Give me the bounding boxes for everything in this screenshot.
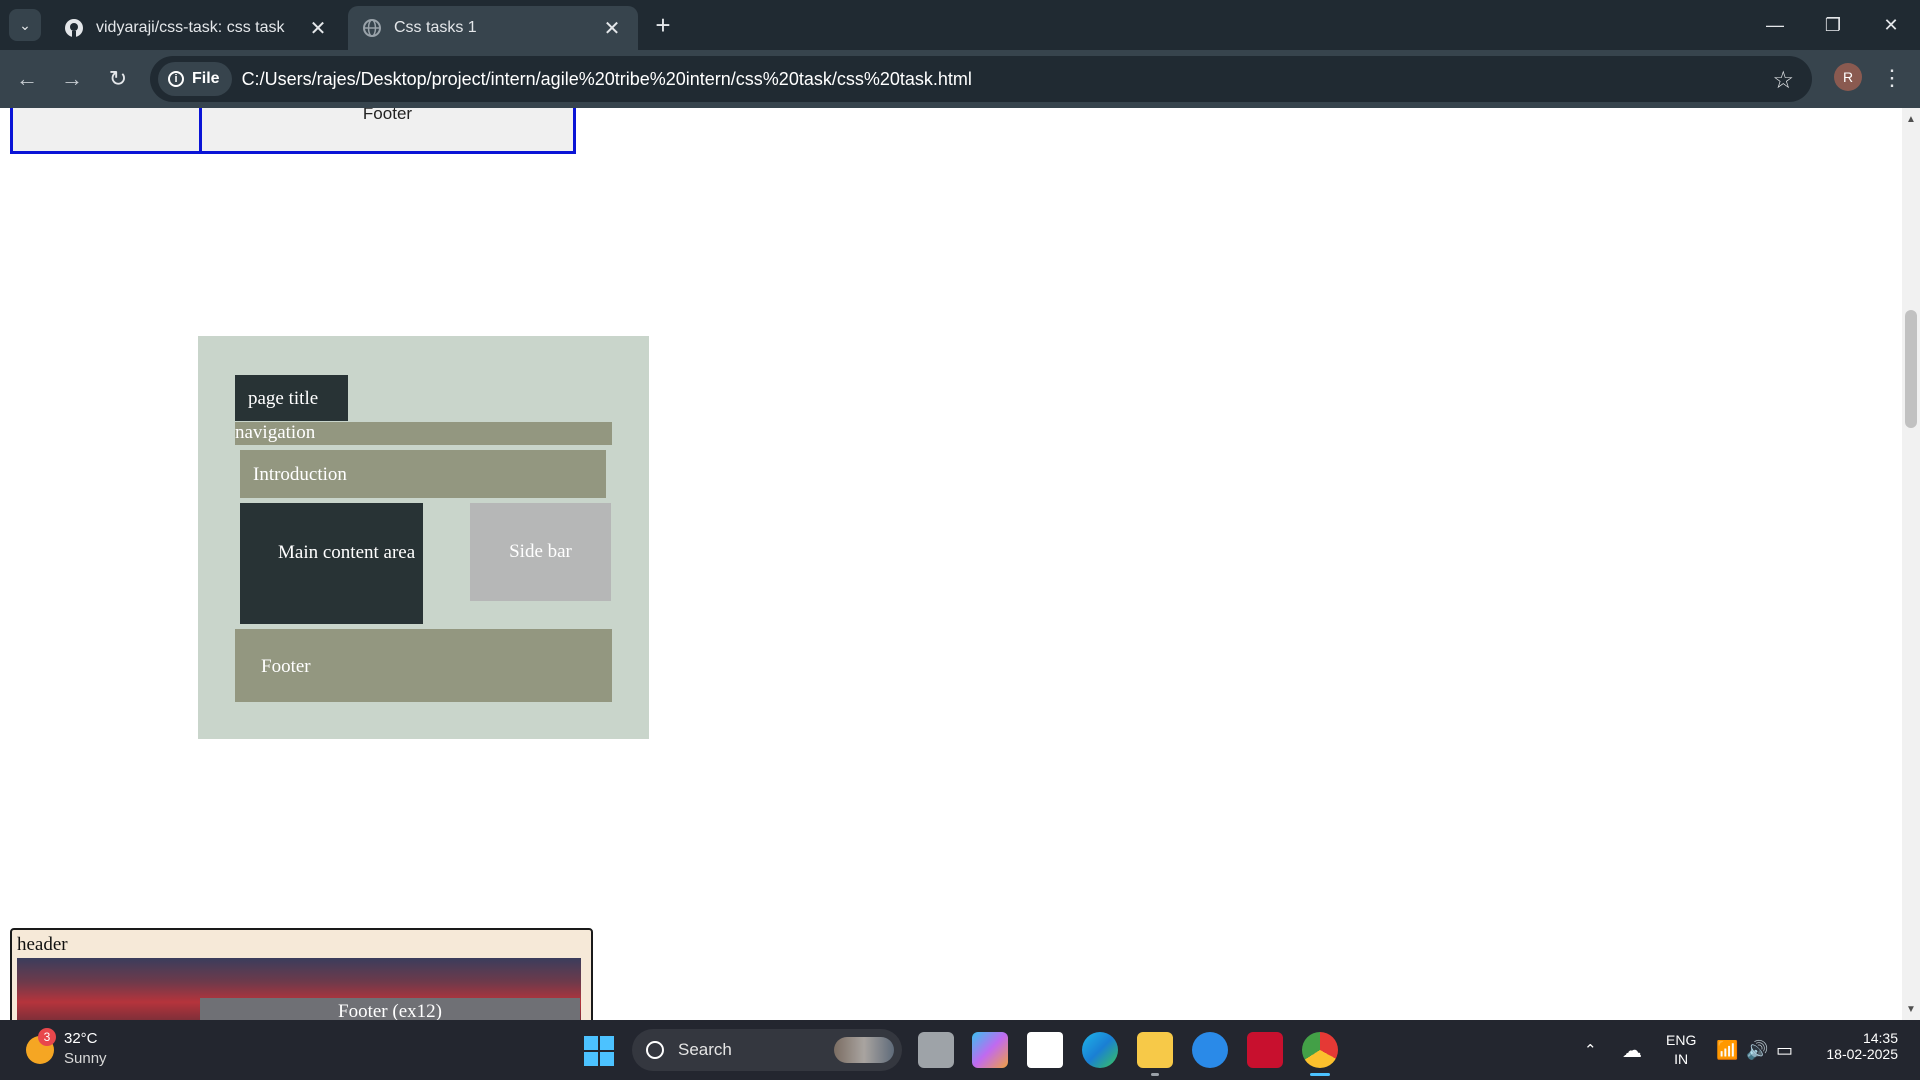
forward-arrow-icon[interactable]: → [56, 63, 88, 95]
wifi-icon[interactable]: 📶 [1716, 1020, 1738, 1080]
volume-icon[interactable]: 🔊 [1746, 1020, 1768, 1080]
grid-main-content: Main content area [240, 503, 423, 624]
mcafee-icon[interactable] [1247, 1032, 1283, 1068]
active-indicator [1310, 1073, 1330, 1076]
search-icon [646, 1041, 664, 1059]
region-code: IN [1674, 1051, 1689, 1067]
file-explorer-icon[interactable] [1137, 1032, 1173, 1068]
task-view-icon[interactable] [918, 1032, 954, 1068]
grid-navigation: navigation [235, 422, 612, 445]
edge-icon[interactable] [1082, 1032, 1118, 1068]
onedrive-cloud-icon[interactable]: ☁ [1622, 1020, 1642, 1080]
close-icon[interactable]: ✕ [600, 16, 624, 41]
github-icon [64, 18, 84, 38]
back-arrow-icon[interactable]: ← [11, 63, 43, 95]
browser-toolbar: ← → ↻ i File C:/Users/rajes/Desktop/proj… [0, 50, 1920, 108]
grid-footer: Footer [235, 629, 612, 702]
language-indicator[interactable]: ENG IN [1666, 1020, 1696, 1080]
taskbar-search-box[interactable]: Search [632, 1029, 902, 1071]
page-viewport: Footer page title navigation Introductio… [0, 108, 1902, 1020]
profile-avatar[interactable]: R [1834, 63, 1862, 91]
weather-description[interactable]: Sunny [64, 1050, 107, 1067]
restore-icon[interactable]: ❐ [1810, 8, 1856, 42]
clock-time: 14:35 [1862, 1030, 1898, 1046]
grid-page-title: page title [235, 375, 348, 421]
grid-sidebar: Side bar [470, 503, 611, 601]
battery-icon[interactable]: ▭ [1776, 1020, 1793, 1080]
tab-css-tasks[interactable]: Css tasks 1 ✕ [348, 6, 638, 50]
clock-date: 18-02-2025 [1826, 1046, 1898, 1062]
language-code: ENG [1666, 1032, 1697, 1048]
site-info-chip[interactable]: i File [158, 62, 232, 96]
scroll-thumb[interactable] [1905, 310, 1917, 428]
minimize-icon[interactable]: — [1752, 8, 1798, 42]
tab-title: Css tasks 1 [394, 19, 477, 36]
windows-taskbar: 3 32°C Sunny Search ⌃ ☁ ENG IN 📶 🔊 ▭ 14:… [0, 1020, 1920, 1080]
tab-search-button[interactable]: ⌄ [9, 9, 41, 41]
vertical-scrollbar[interactable]: ▲ ▼ [1902, 108, 1920, 1020]
browser-tab-bar: ⌄ vidyaraji/css-task: css task ✕ Css tas… [0, 0, 1920, 50]
chevron-down-icon: ⌄ [19, 16, 31, 33]
globe-icon [362, 18, 382, 38]
running-indicator [1151, 1073, 1159, 1076]
system-clock[interactable]: 14:35 18-02-2025 [1818, 1030, 1898, 1062]
layout-table-partial: Footer [10, 108, 576, 154]
bookmark-star-icon[interactable]: ☆ [1772, 66, 1794, 95]
show-hidden-icons-chevron-icon[interactable]: ⌃ [1584, 1020, 1597, 1080]
menu-kebab-icon[interactable]: ⋮ [1880, 62, 1904, 94]
copilot-icon[interactable] [972, 1032, 1008, 1068]
taskbar-search-label: Search [678, 1040, 732, 1059]
site-chip-label: File [192, 70, 220, 87]
url-text[interactable]: C:/Users/rajes/Desktop/project/intern/ag… [242, 69, 972, 90]
card-footer: Footer (ex12) [200, 998, 580, 1020]
tab-title: vidyaraji/css-task: css task [96, 19, 285, 36]
scroll-down-arrow-icon[interactable]: ▼ [1902, 1002, 1920, 1018]
reload-icon[interactable]: ↻ [102, 63, 134, 95]
address-bar[interactable]: i File C:/Users/rajes/Desktop/project/in… [150, 56, 1812, 102]
close-icon[interactable]: ✕ [306, 16, 330, 41]
weather-badge: 3 [38, 1028, 56, 1046]
window-close-icon[interactable]: ✕ [1868, 8, 1914, 42]
grid-layout-demo: page title navigation Introduction Main … [198, 336, 649, 739]
grid-introduction: Introduction [240, 450, 606, 498]
help-icon[interactable] [1192, 1032, 1228, 1068]
card-header: header [17, 934, 68, 955]
scroll-up-arrow-icon[interactable]: ▲ [1902, 112, 1920, 128]
new-tab-button[interactable]: + [648, 10, 678, 40]
weather-temperature[interactable]: 32°C [64, 1030, 98, 1047]
windows-start-icon[interactable] [584, 1036, 614, 1066]
header-image-card: header Footer (ex12) [10, 928, 593, 1020]
search-highlight-image [834, 1037, 894, 1063]
tab-github[interactable]: vidyaraji/css-task: css task ✕ [50, 6, 344, 50]
table-footer-cell: Footer [362, 108, 413, 123]
chrome-icon[interactable] [1302, 1032, 1338, 1068]
store-icon[interactable] [1027, 1032, 1063, 1068]
info-icon: i [168, 71, 184, 87]
